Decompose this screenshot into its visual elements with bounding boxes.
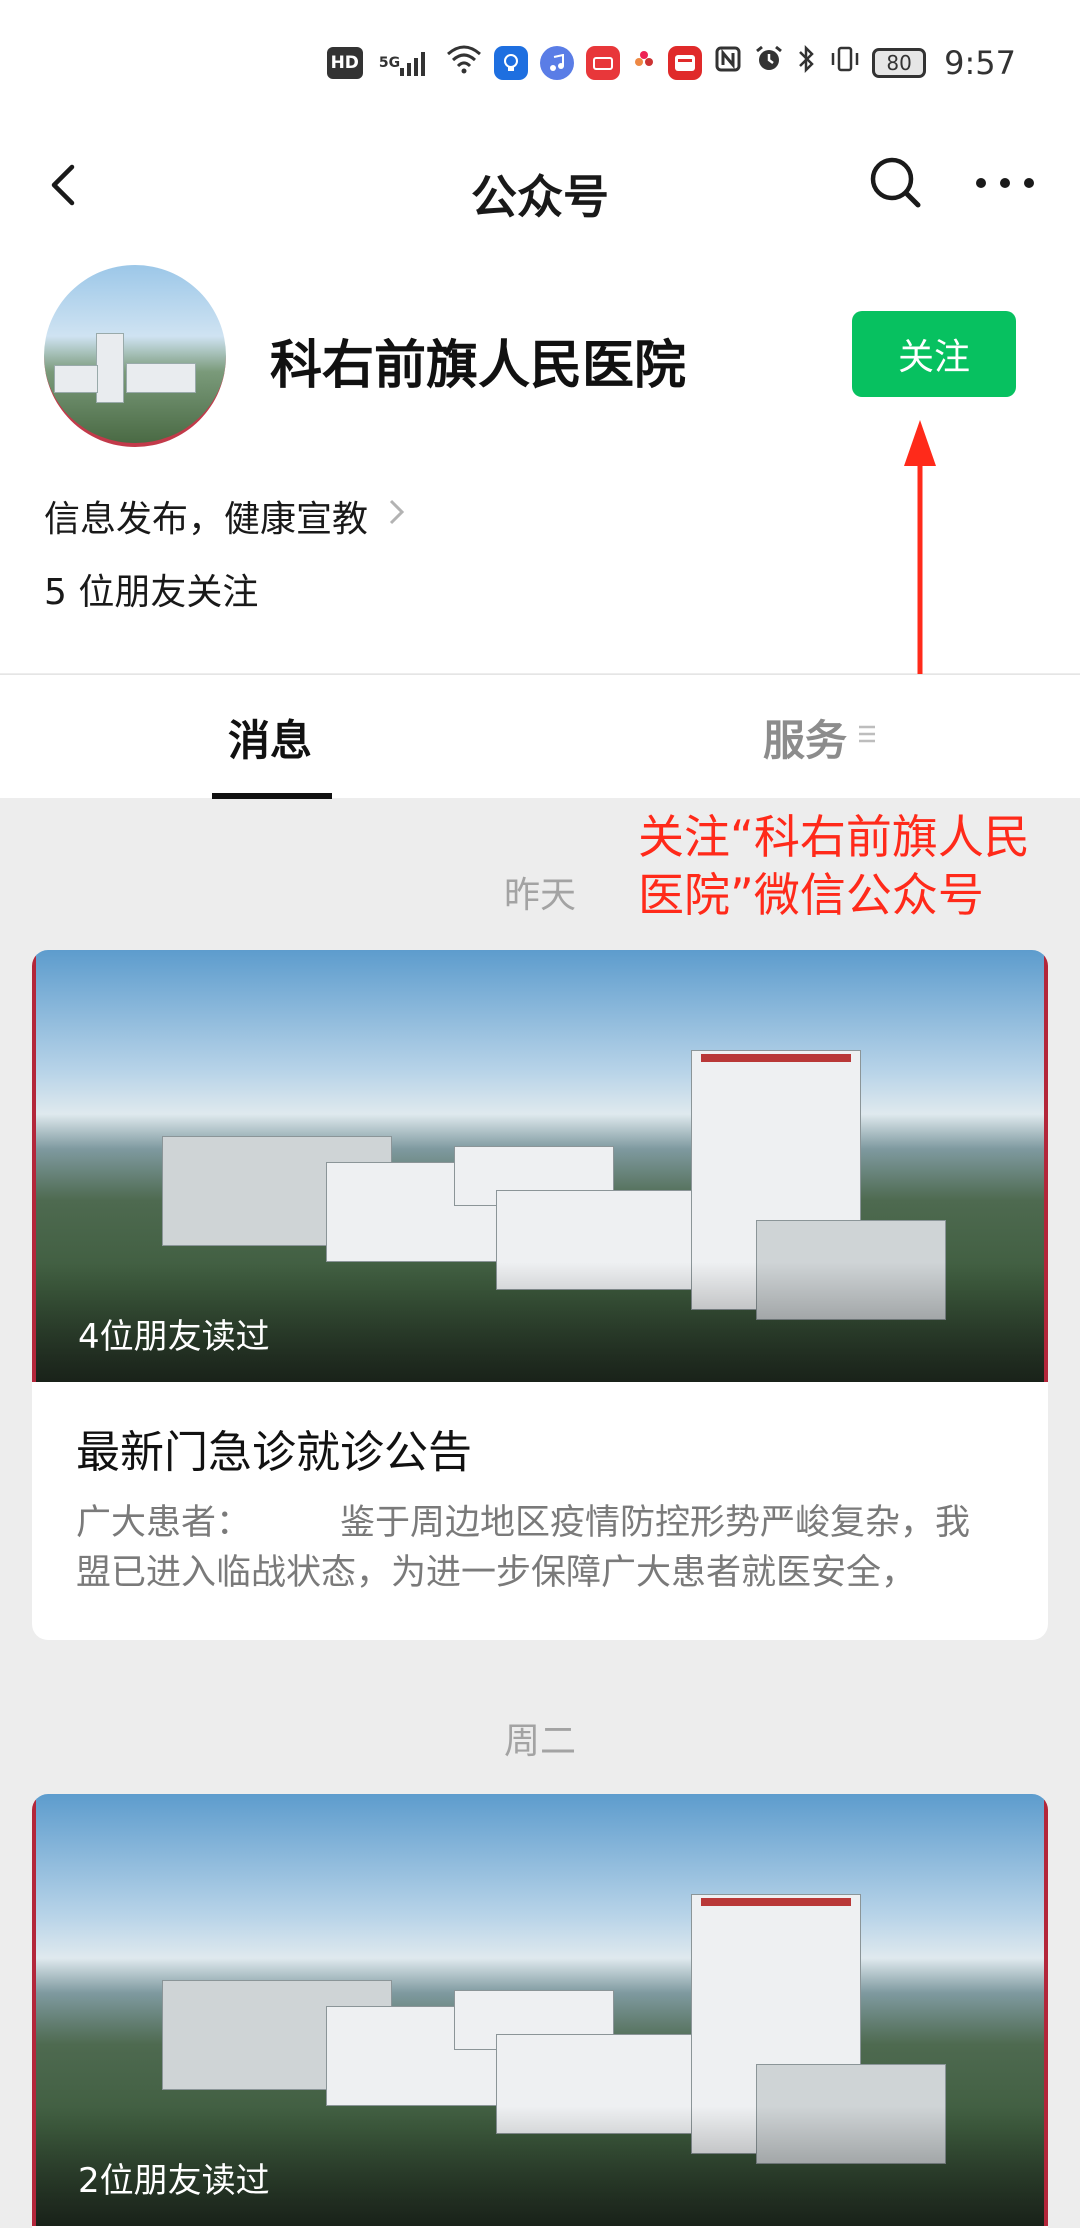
huawei-app-icon: [586, 45, 621, 80]
annotation-arrow-icon: [904, 420, 936, 676]
article-summary: 广大患者： 鉴于周边地区疫情防控形势严峻复杂，我盟已进入临战状态，为进一步保障广…: [76, 1503, 971, 1593]
friends-following: 5 位朋友关注: [44, 572, 259, 613]
article-card[interactable]: 4位朋友读过 最新门急诊就诊公告 广大患者： 鉴于周边地区疫情防控形势严峻复杂，…: [32, 950, 1048, 1640]
battery-level: 80: [886, 50, 912, 75]
cover-tower-sign: [701, 1898, 851, 1906]
description-text: 信息发布，健康宣教: [44, 499, 369, 540]
search-button[interactable]: [866, 153, 926, 213]
article-title: 最新门急诊就诊公告: [76, 1427, 472, 1478]
cover-tower-sign: [701, 1054, 851, 1062]
avatar-building-tower: [96, 333, 124, 403]
message-date: 周二: [503, 1721, 576, 1762]
bluetooth-icon: [796, 44, 818, 82]
tab-bar: 消息 服务: [0, 674, 1080, 799]
music-app-icon: [540, 45, 575, 80]
nfc-icon: [714, 45, 742, 81]
search-icon: [870, 157, 921, 208]
tab-messages-label: 消息: [227, 715, 312, 765]
read-count: 2位朋友读过: [78, 2161, 270, 2201]
status-bar: HD 5G 80 9:57: [0, 0, 1080, 125]
app-notification-icon: [494, 45, 529, 80]
wifi-icon: [446, 44, 482, 82]
clock: 9:57: [944, 43, 1016, 82]
vibrate-icon: [830, 44, 860, 82]
message-date: 昨天: [503, 875, 576, 916]
tab-active-indicator: [212, 793, 332, 799]
avatar-building-wing: [54, 365, 98, 393]
flower-app-icon: [632, 45, 656, 80]
follow-button[interactable]: 关注: [852, 311, 1016, 397]
account-description[interactable]: 信息发布，健康宣教: [44, 490, 408, 542]
read-count: 4位朋友读过: [78, 1317, 270, 1357]
signal-icon: 5G: [375, 47, 434, 79]
network-type: 5G: [378, 54, 401, 71]
tab-messages[interactable]: 消息: [210, 675, 332, 799]
tab-services-label: 服务: [762, 715, 847, 765]
shopping-app-icon: [668, 45, 703, 80]
account-name: 科右前旗人民医院: [270, 336, 687, 396]
chevron-right-icon: [386, 495, 408, 538]
article-cover-image: 4位朋友读过: [32, 950, 1048, 1382]
article-cover-image: 2位朋友读过: [32, 1794, 1048, 2226]
tab-services[interactable]: 服务: [740, 675, 900, 799]
more-button[interactable]: [970, 153, 1040, 213]
nav-bar: 公众号: [0, 125, 1080, 245]
more-icon: [976, 178, 1034, 188]
avatar-building-wing: [126, 363, 196, 393]
article-card[interactable]: 2位朋友读过: [32, 1794, 1048, 2228]
account-avatar[interactable]: [44, 265, 226, 447]
menu-icon: [857, 722, 877, 752]
alarm-icon: [754, 44, 784, 82]
battery-icon: 80: [872, 47, 927, 78]
hd-icon: HD: [326, 46, 363, 79]
